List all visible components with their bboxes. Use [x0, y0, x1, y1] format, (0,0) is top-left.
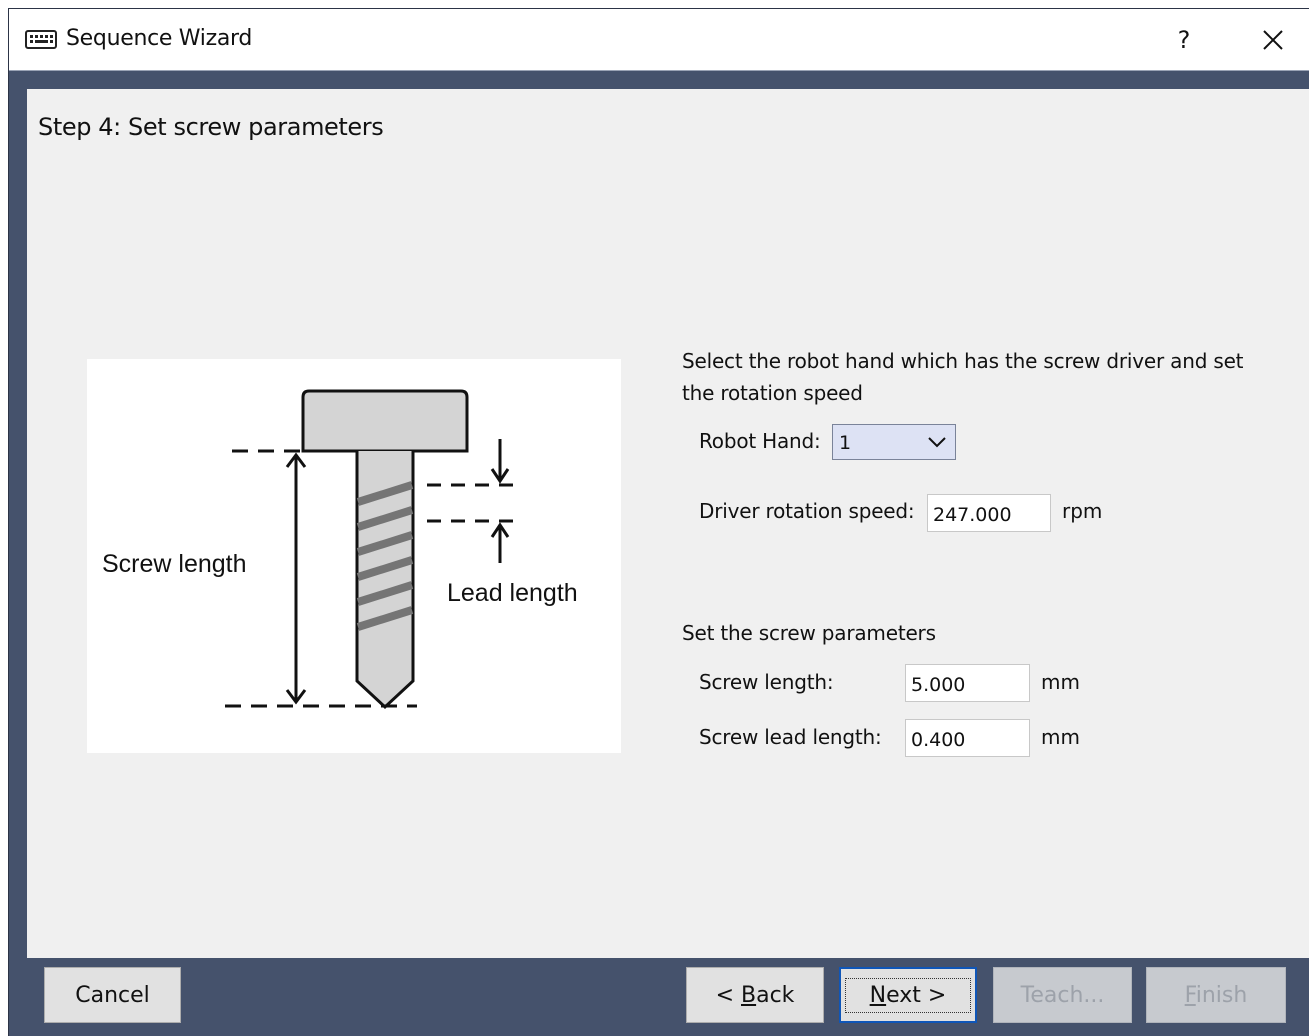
back-button-label: < Back [715, 982, 795, 1008]
speed-unit: rpm [1062, 499, 1103, 523]
next-button[interactable]: Next > [839, 967, 977, 1023]
keyboard-icon [25, 29, 59, 51]
driver-speed-input[interactable]: 247.000 [927, 494, 1051, 532]
wizard-content: Step 4: Set screw parameters Screw lengt… [27, 89, 1309, 958]
screw-length-field-label: Screw length: [699, 670, 834, 694]
chevron-down-icon [927, 434, 947, 453]
cancel-button-label: Cancel [75, 982, 150, 1008]
robot-hand-label: Robot Hand: [699, 429, 821, 453]
screw-length-label: Screw length [102, 550, 247, 578]
screw-length-unit: mm [1041, 670, 1080, 694]
close-icon [1263, 30, 1283, 50]
step-title: Step 4: Set screw parameters [38, 113, 384, 141]
title-bar[interactable]: Sequence Wizard ? [9, 9, 1309, 71]
robot-hand-value: 1 [839, 432, 852, 454]
next-button-label: Next > [844, 977, 972, 1013]
sequence-wizard-dialog: Sequence Wizard ? Step 4: Set screw para… [8, 8, 1309, 1036]
hand-section-description: Select the robot hand which has the scre… [682, 349, 1244, 405]
driver-speed-label: Driver rotation speed: [699, 499, 915, 523]
teach-button[interactable]: Teach... [993, 967, 1132, 1023]
screw-length-arrow [285, 452, 307, 705]
screw-lead-unit: mm [1041, 725, 1080, 749]
help-button[interactable]: ? [1157, 17, 1211, 63]
back-button[interactable]: < Back [686, 967, 824, 1023]
finish-button-label: Finish [1184, 982, 1248, 1008]
lead-length-arrows [490, 439, 510, 563]
background-strip [0, 0, 1309, 8]
lead-length-label: Lead length [447, 579, 578, 607]
cancel-button[interactable]: Cancel [44, 967, 181, 1023]
screw-length-input[interactable]: 5.000 [905, 664, 1030, 702]
finish-button[interactable]: Finish [1146, 967, 1286, 1023]
screw-section-description: Set the screw parameters [682, 621, 936, 645]
close-button[interactable] [1245, 17, 1301, 63]
window-title: Sequence Wizard [66, 26, 253, 51]
screw-lead-field-label: Screw lead length: [699, 725, 882, 749]
screw-lead-input[interactable]: 0.400 [905, 719, 1030, 757]
teach-button-label: Teach... [1020, 982, 1105, 1008]
screw-diagram: Screw length Lead length [87, 359, 621, 753]
screw-head [301, 389, 469, 453]
robot-hand-select[interactable]: 1 [832, 424, 956, 460]
